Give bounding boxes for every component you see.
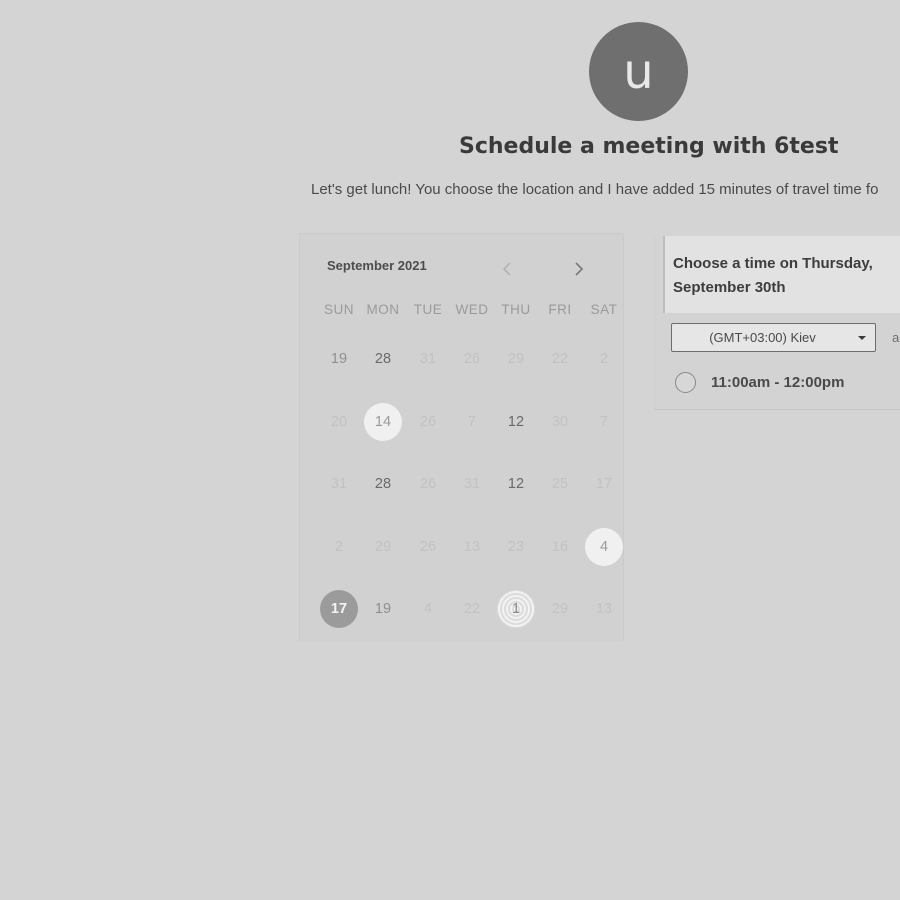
weekday-label: SAT [590,302,618,317]
calendar-day: 19 [330,351,348,367]
calendar-day: 16 [551,539,569,555]
selected-day[interactable]: 17 [320,590,358,628]
weekday-label: WED [455,302,489,317]
month-label: September 2021 [327,258,427,273]
chevron-left-icon [502,262,511,276]
calendar-day: 2 [334,539,344,555]
calendar-day: 28 [374,476,392,492]
calendar-day: 2 [599,351,609,367]
timezone-value: (GMT+03:00) Kiev [709,330,816,345]
calendar-day: 29 [507,351,525,367]
time-panel: Choose a time on Thursday, September 30t… [654,236,900,410]
calendar-day: 13 [463,539,481,555]
calendar-day[interactable]: 1 [497,590,535,628]
weekday-label: SUN [323,302,354,317]
calendar-day: 7 [467,414,477,430]
weekday-label: MON [366,302,400,317]
meeting-description: Let's get lunch! You choose the location… [311,181,879,198]
calendar-day: 22 [551,351,569,367]
calendar-day[interactable]: 14 [364,403,402,441]
radio-button[interactable] [675,372,696,393]
time-panel-header: Choose a time on Thursday, September 30t… [663,236,900,313]
time-slot-label: 11:00am - 12:00pm [711,374,845,391]
calendar-day: 28 [374,351,392,367]
calendar-day: 19 [374,601,392,617]
calendar-day: 26 [463,351,481,367]
calendar-day: 29 [374,539,392,555]
calendar-day: 31 [463,476,481,492]
calendar-day: 26 [419,414,437,430]
calendar-day: 22 [463,601,481,617]
prev-month-button[interactable] [496,258,518,280]
calendar-day: 31 [330,476,348,492]
calendar: September 2021 SUN MON TUE WED THU FRI SAT 19 2… [299,233,624,641]
calendar-day: 25 [551,476,569,492]
calendar-day: 12 [507,414,525,430]
timezone-select[interactable]: (GMT+03:00) Kiev [671,323,876,352]
calendar-day: 13 [595,601,613,617]
truncated-label: ad [892,330,900,345]
chevron-right-icon [575,262,584,276]
calendar-day: 29 [551,601,569,617]
weekday-label: TUE [413,302,443,317]
calendar-day[interactable]: 4 [585,528,623,566]
calendar-day: 26 [419,476,437,492]
weekday-label: FRI [548,302,572,317]
calendar-day: 7 [599,414,609,430]
page-title: Schedule a meeting with 6test [459,134,839,159]
calendar-day: 17 [595,476,613,492]
next-month-button[interactable] [568,258,590,280]
calendar-day: 31 [419,351,437,367]
calendar-day: 12 [507,476,525,492]
time-slot-option[interactable]: 11:00am - 12:00pm [675,372,844,393]
calendar-day: 30 [551,414,569,430]
calendar-day: 20 [330,414,348,430]
avatar: u [589,22,688,121]
calendar-day: 4 [423,601,433,617]
caret-down-icon [858,336,866,340]
calendar-day: 23 [507,539,525,555]
weekday-label: THU [501,302,531,317]
calendar-day: 26 [419,539,437,555]
time-panel-heading: Choose a time on Thursday, September 30t… [673,255,873,296]
